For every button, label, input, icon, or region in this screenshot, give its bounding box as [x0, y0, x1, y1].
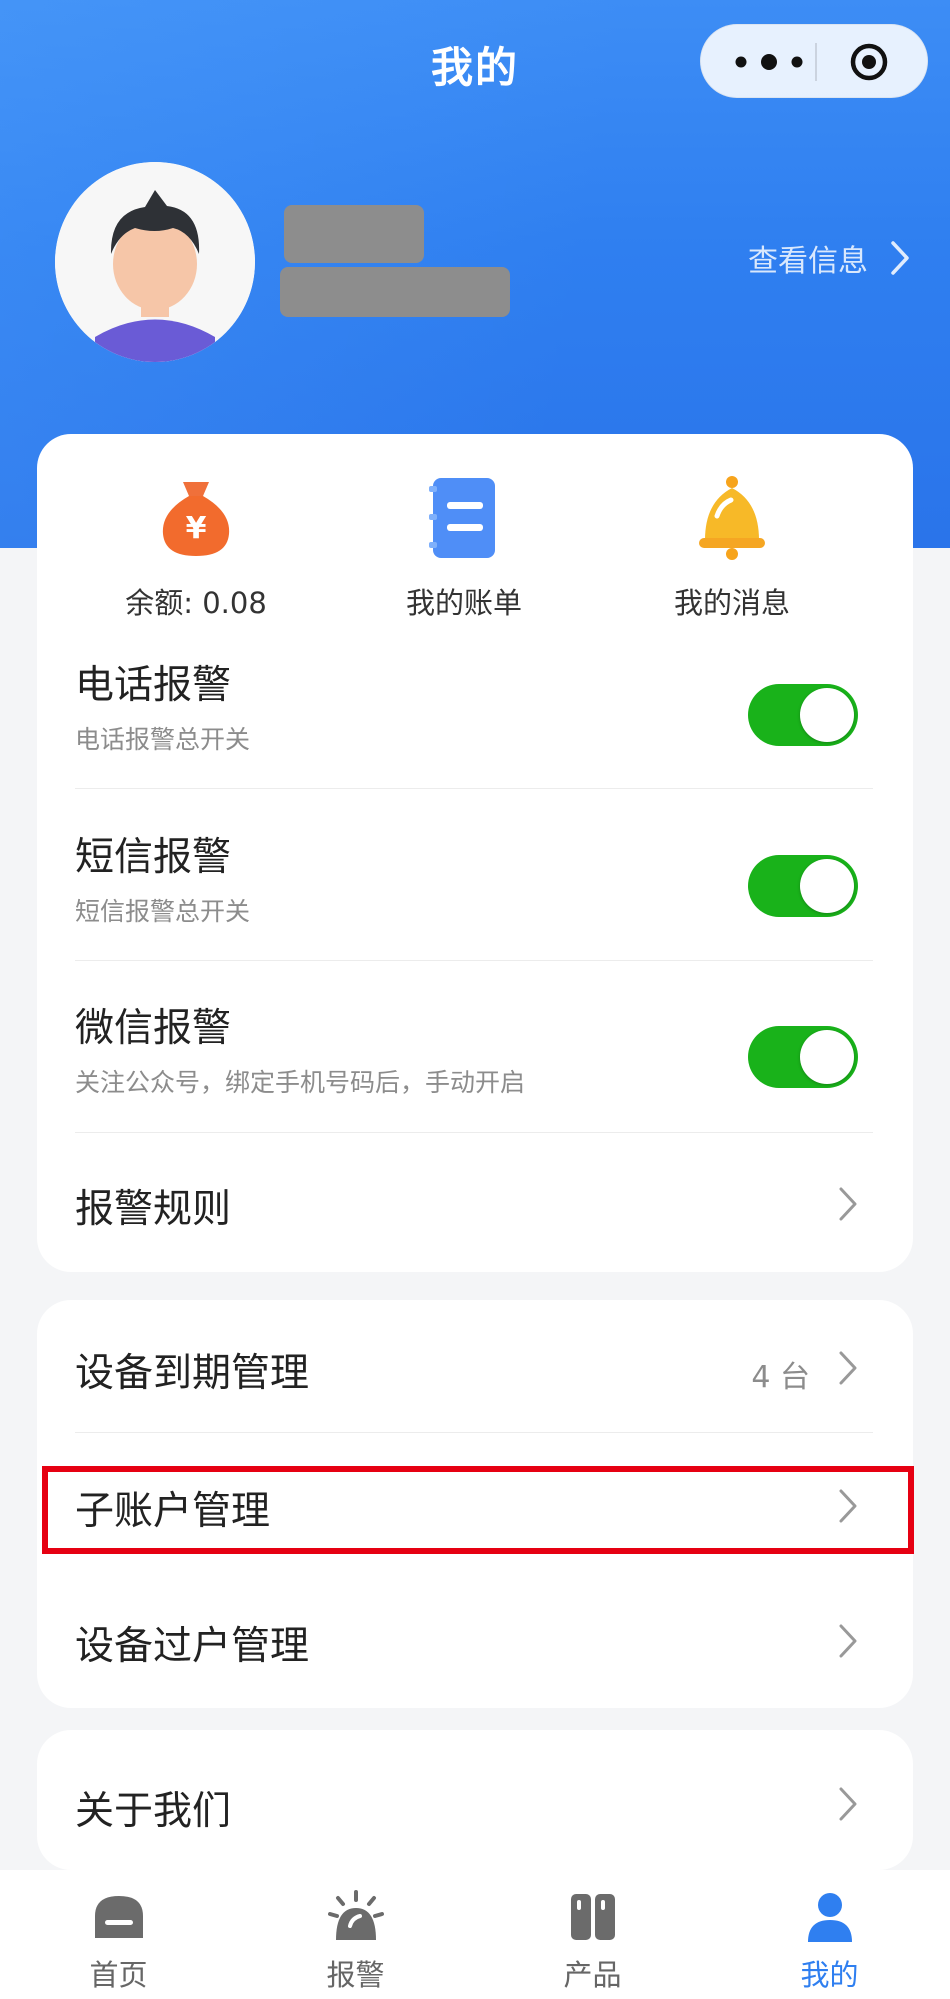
tab-product-label: 产品	[563, 1958, 622, 1992]
view-info-link[interactable]: 查看信息	[748, 236, 910, 280]
my-messages-button[interactable]: 我的消息	[602, 472, 862, 622]
divider	[75, 788, 873, 789]
close-target-icon[interactable]	[849, 42, 889, 82]
chevron-right-icon	[839, 1351, 857, 1385]
bill-notebook-icon	[419, 472, 509, 562]
chevron-right-icon	[839, 1187, 857, 1221]
home-icon	[91, 1890, 147, 1944]
toggle-knob	[800, 859, 854, 913]
alarm-siren-icon	[327, 1890, 384, 1944]
money-bag-icon: ¥	[151, 472, 241, 562]
tab-home[interactable]: 首页	[0, 1870, 237, 1999]
divider	[75, 1132, 873, 1133]
alarm-rules-row[interactable]: 报警规则	[75, 1178, 875, 1234]
more-dots-icon[interactable]	[729, 45, 809, 79]
highlight-box	[42, 1466, 914, 1554]
toggle-knob	[800, 688, 854, 742]
mini-program-capsule[interactable]	[700, 24, 928, 98]
about-us-row[interactable]: 关于我们	[75, 1780, 875, 1836]
user-id-redacted	[280, 267, 510, 317]
product-icon	[565, 1890, 621, 1944]
my-bills-label: 我的账单	[405, 586, 522, 620]
phone-alarm-toggle[interactable]	[748, 684, 858, 746]
balance-button[interactable]: ¥ 余额: 0.08	[66, 472, 326, 622]
person-avatar-icon	[55, 162, 255, 362]
device-transfer-row[interactable]: 设备过户管理	[75, 1615, 875, 1671]
chevron-right-icon	[839, 1787, 857, 1821]
about-us-label: 关于我们	[75, 1789, 232, 1834]
user-name-redacted	[284, 205, 424, 263]
user-icon	[802, 1890, 858, 1944]
tab-alarm[interactable]: 报警	[237, 1870, 474, 1999]
device-count: 4 台	[751, 1360, 810, 1395]
tab-bar: 首页 报警 产品 我的	[0, 1870, 950, 1999]
my-bills-button[interactable]: 我的账单	[334, 472, 594, 622]
tab-home-label: 首页	[89, 1958, 148, 1992]
my-messages-label: 我的消息	[673, 586, 790, 620]
capsule-divider	[815, 43, 817, 81]
sms-alarm-toggle[interactable]	[748, 855, 858, 917]
tab-mine[interactable]: 我的	[711, 1870, 948, 1999]
tab-mine-label: 我的	[800, 1958, 859, 1992]
view-info-label: 查看信息	[748, 244, 868, 279]
wechat-alarm-toggle[interactable]	[748, 1026, 858, 1088]
avatar[interactable]	[55, 162, 255, 362]
balance-label: 余额: 0.08	[125, 586, 267, 620]
divider	[75, 1432, 873, 1433]
alarm-rules-label: 报警规则	[75, 1187, 232, 1232]
chevron-right-icon	[839, 1624, 857, 1658]
tab-product[interactable]: 产品	[474, 1870, 711, 1999]
divider	[75, 960, 873, 961]
device-transfer-label: 设备过户管理	[75, 1624, 310, 1669]
tab-alarm-label: 报警	[326, 1958, 385, 1992]
bell-icon	[687, 472, 777, 562]
chevron-right-icon	[891, 241, 909, 275]
svg-text:¥: ¥	[186, 511, 207, 546]
toggle-knob	[800, 1030, 854, 1084]
